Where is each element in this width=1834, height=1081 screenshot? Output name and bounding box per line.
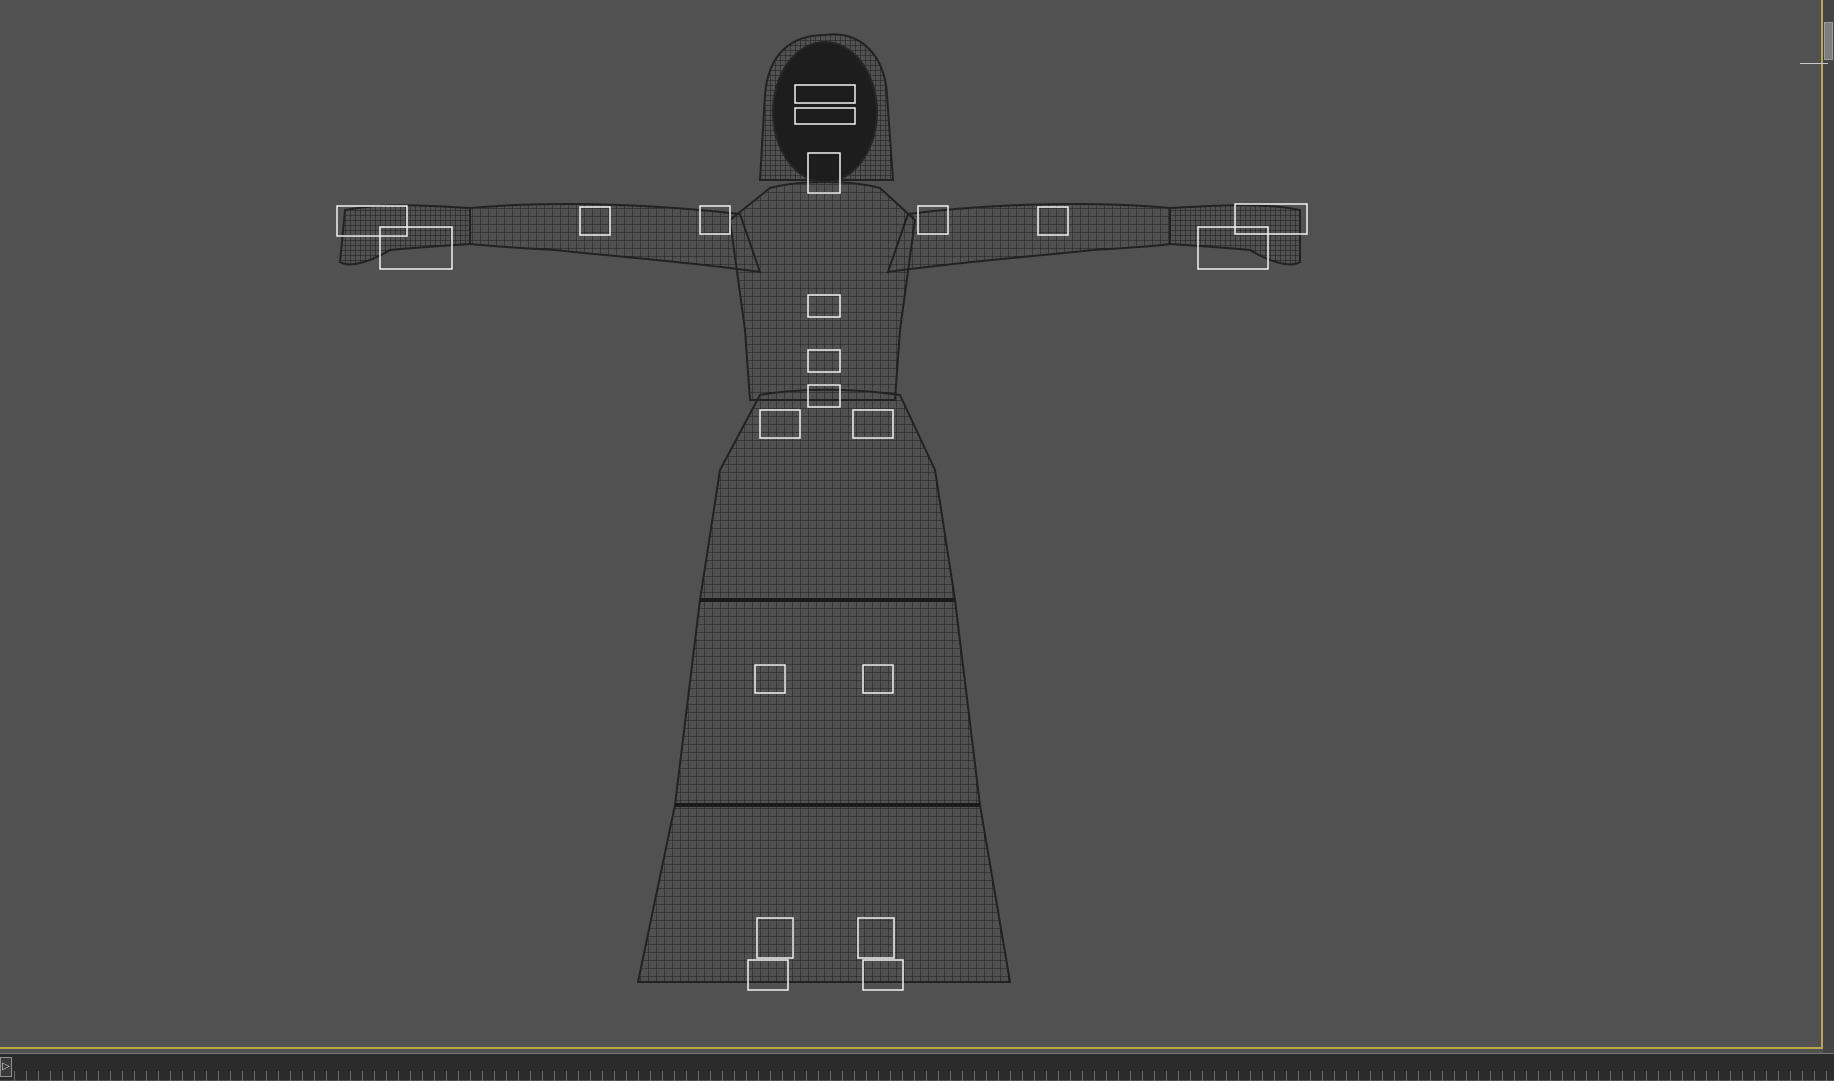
right-panel-handle[interactable] bbox=[1824, 22, 1833, 60]
skirt-lower-mesh bbox=[636, 804, 1012, 983]
arm-left-mesh bbox=[338, 202, 762, 274]
torso-mesh bbox=[728, 181, 917, 401]
character-wireframe-model[interactable] bbox=[0, 0, 1834, 1080]
skirt-middle-mesh bbox=[673, 599, 982, 806]
arm-right-mesh bbox=[886, 202, 1301, 274]
play-icon[interactable]: ▷ bbox=[0, 1057, 12, 1077]
right-panel-edge bbox=[1823, 0, 1834, 1080]
axis-tick-marker bbox=[1800, 63, 1828, 64]
skirt-upper-mesh bbox=[698, 388, 957, 601]
timeline-bar[interactable]: ▷ bbox=[0, 1053, 1834, 1081]
viewport-front-wireframe[interactable] bbox=[0, 0, 1834, 1080]
head-mesh bbox=[772, 41, 878, 183]
